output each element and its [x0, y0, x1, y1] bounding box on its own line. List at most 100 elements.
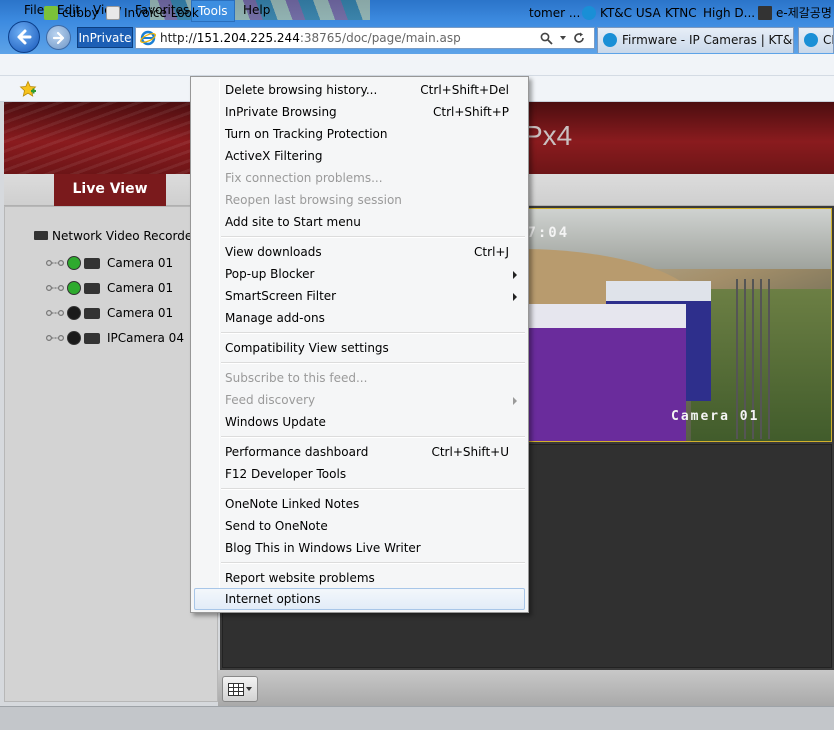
menu-item-label: Add site to Start menu: [225, 215, 361, 229]
chevron-down-icon: [246, 686, 252, 691]
menu-item-send-to-onenote[interactable]: Send to OneNote: [191, 515, 528, 537]
favorite-label: KT&C USA: [600, 6, 661, 20]
menu-item-label: Turn on Tracking Protection: [225, 127, 388, 141]
camera-status-icon: [67, 256, 81, 270]
forward-arrow-icon: [52, 31, 64, 44]
menu-item-popup-blocker[interactable]: Pop-up Blocker: [191, 263, 528, 285]
nvr-icon: [34, 231, 48, 240]
menu-item-inprivate-browsing[interactable]: InPrivate Browsing Ctrl+Shift+P: [191, 101, 528, 123]
menu-item-label: Report website problems: [225, 571, 375, 585]
menu-separator: [221, 332, 525, 334]
address-protocol: http://: [160, 31, 197, 45]
ktc-icon: [582, 6, 596, 20]
menu-item-onenote-linked-notes[interactable]: OneNote Linked Notes: [191, 493, 528, 515]
favorite-label: Invoice Look: [124, 6, 199, 20]
favorite-label: cubby: [62, 6, 99, 20]
favorite-item-ktnc[interactable]: KTNC: [665, 4, 697, 22]
inprivate-indicator[interactable]: InPrivate: [77, 27, 133, 48]
menu-item-internet-options[interactable]: Internet options: [194, 588, 525, 610]
forward-button[interactable]: [46, 25, 71, 50]
tree-item-camera[interactable]: Camera 01: [46, 279, 173, 297]
favorite-label: tomer ...: [529, 6, 581, 20]
address-host: 151.204.225.244: [196, 31, 300, 45]
favorite-item-high-d[interactable]: High D...: [703, 4, 755, 22]
menu-bar: [0, 54, 834, 76]
link-icon: [46, 285, 64, 291]
menu-item-activex-filtering[interactable]: ActiveX Filtering: [191, 145, 528, 167]
menu-separator: [221, 236, 525, 238]
menu-item-label: Blog This in Windows Live Writer: [225, 541, 421, 555]
link-icon: [46, 310, 64, 316]
menu-separator: [221, 562, 525, 564]
menu-item-smartscreen-filter[interactable]: SmartScreen Filter: [191, 285, 528, 307]
browser-tab-firmware[interactable]: Firmware - IP Cameras | KT&C ...: [597, 27, 794, 53]
menu-item-add-site-to-start-menu[interactable]: Add site to Start menu: [191, 211, 528, 233]
menu-item-label: Pop-up Blocker: [225, 267, 315, 281]
camera-status-icon: [67, 331, 81, 345]
favorite-item-e-jegal[interactable]: e-제갈공명: [758, 4, 832, 22]
favorite-item-cubby[interactable]: cubby: [44, 4, 99, 22]
camera-icon: [84, 332, 100, 344]
menu-item-delete-browsing-history[interactable]: Delete browsing history... Ctrl+Shift+Del: [191, 79, 528, 101]
ie-page-icon: [140, 30, 156, 46]
menu-item-label: Feed discovery: [225, 393, 316, 407]
video-scene-purple-toilet: [526, 304, 686, 441]
menu-item-label: Internet options: [225, 592, 321, 606]
tree-item-camera[interactable]: Camera 01: [46, 304, 173, 322]
layout-select-button[interactable]: [222, 676, 258, 702]
favorite-item-invoice[interactable]: Invoice Look: [106, 4, 199, 22]
favorite-label: KTNC: [665, 6, 697, 20]
link-icon: [46, 335, 64, 341]
tree-item-camera[interactable]: Camera 01: [46, 254, 173, 272]
menu-item-tracking-protection[interactable]: Turn on Tracking Protection: [191, 123, 528, 145]
favorite-item-ktc-usa[interactable]: KT&C USA: [582, 4, 661, 22]
menu-item-label: SmartScreen Filter: [225, 289, 337, 303]
page-icon: [106, 6, 120, 20]
camera-icon: [84, 307, 100, 319]
tree-root-label: Network Video Recorder: [52, 229, 198, 243]
menu-item-manage-add-ons[interactable]: Manage add-ons: [191, 307, 528, 329]
menu-item-label: Performance dashboard: [225, 445, 369, 459]
address-bar[interactable]: http://151.204.225.244:38765/doc/page/ma…: [135, 27, 595, 49]
menu-item-label: Manage add-ons: [225, 311, 325, 325]
menu-help[interactable]: Help: [237, 0, 276, 22]
favorite-item-customer[interactable]: tomer ...: [529, 4, 580, 22]
chevron-down-icon[interactable]: [559, 34, 567, 42]
menu-item-performance-dashboard[interactable]: Performance dashboard Ctrl+Shift+U: [191, 441, 528, 463]
menu-item-view-downloads[interactable]: View downloads Ctrl+J: [191, 241, 528, 263]
back-button[interactable]: [8, 21, 40, 53]
favorites-star-icon[interactable]: [19, 80, 37, 98]
camera-name: Camera 01: [107, 256, 174, 270]
search-icon[interactable]: [540, 32, 553, 45]
menu-item-subscribe-to-feed: Subscribe to this feed...: [191, 367, 528, 389]
menu-separator: [221, 488, 525, 490]
menu-item-label: ActiveX Filtering: [225, 149, 323, 163]
menu-item-shortcut: Ctrl+Shift+U: [431, 445, 509, 459]
cubby-icon: [44, 6, 58, 20]
submenu-arrow-icon: [513, 397, 517, 405]
address-path: :38765/doc/page/main.asp: [299, 31, 461, 45]
menu-item-label: Subscribe to this feed...: [225, 371, 368, 385]
menu-item-shortcut: Ctrl+Shift+P: [433, 105, 509, 119]
menu-item-shortcut: Ctrl+J: [474, 245, 509, 259]
menu-item-blog-this-live-writer[interactable]: Blog This in Windows Live Writer: [191, 537, 528, 559]
menu-item-windows-update[interactable]: Windows Update: [191, 411, 528, 433]
menu-item-f12-developer-tools[interactable]: F12 Developer Tools: [191, 463, 528, 485]
tree-item-camera[interactable]: IPCamera 04: [46, 329, 184, 347]
menu-item-compatibility-view-settings[interactable]: Compatibility View settings: [191, 337, 528, 359]
tab-live-view[interactable]: Live View: [54, 174, 166, 206]
submenu-arrow-icon: [513, 271, 517, 279]
menu-item-label: Send to OneNote: [225, 519, 328, 533]
menu-item-label: Windows Update: [225, 415, 326, 429]
browser-tab-cr[interactable]: CR: [798, 27, 834, 53]
camera-name: Camera 01: [107, 281, 174, 295]
menu-item-shortcut: Ctrl+Shift+Del: [420, 83, 509, 97]
menu-item-label: Compatibility View settings: [225, 341, 389, 355]
refresh-icon[interactable]: [573, 32, 585, 44]
menu-item-report-website-problems[interactable]: Report website problems: [191, 567, 528, 589]
menu-item-reopen-last-session: Reopen last browsing session: [191, 189, 528, 211]
browser-tab-label: CR: [823, 33, 833, 47]
favorite-label: e-제갈공명: [776, 6, 832, 20]
tools-menu-dropdown: Delete browsing history... Ctrl+Shift+Del…: [190, 76, 529, 613]
tree-root-nvr[interactable]: Network Video Recorder: [34, 229, 197, 245]
